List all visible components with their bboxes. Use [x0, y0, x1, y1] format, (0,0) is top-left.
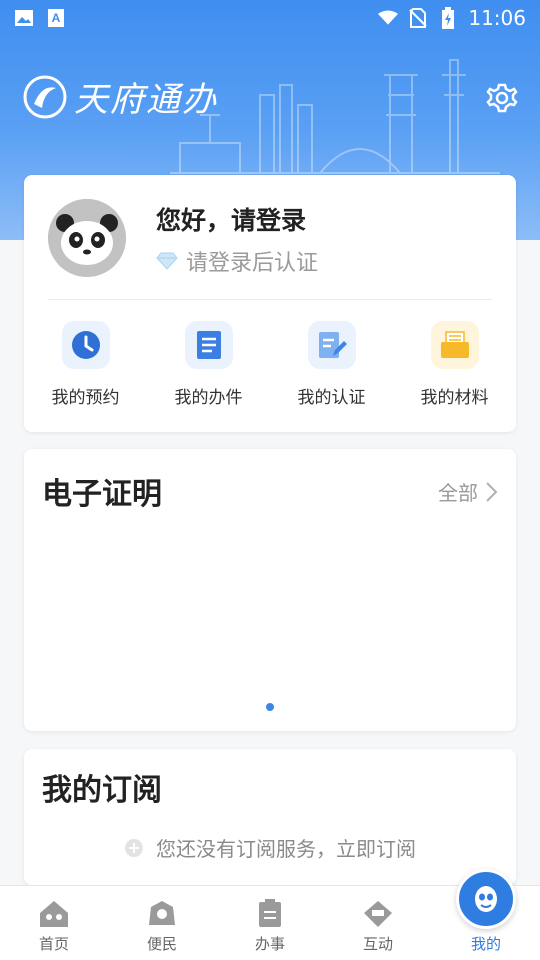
svg-text:A: A — [52, 11, 61, 25]
tab-label: 我的 — [470, 935, 501, 953]
carousel-indicator — [266, 703, 274, 711]
login-greeting[interactable]: 您好，请登录 — [156, 201, 306, 237]
logo-swirl-icon — [23, 75, 67, 118]
shortcut-my-cases[interactable]: 我的办件 — [147, 321, 270, 408]
settings-button[interactable] — [484, 80, 520, 116]
app-logo: 天府通办 — [22, 72, 218, 121]
profile-mask-icon — [475, 886, 497, 912]
image-icon — [14, 8, 34, 28]
status-time: 11:06 — [468, 6, 526, 30]
gear-icon — [486, 83, 518, 113]
subscribe-prompt-text: 您还没有订阅服务，立即订阅 — [156, 837, 416, 861]
tab-home[interactable]: 首页 — [0, 886, 108, 960]
certify-hint-text: 请登录后认证 — [186, 251, 319, 276]
diamond-icon — [156, 252, 178, 270]
battery-charging-icon — [438, 7, 458, 29]
panda-avatar-icon — [48, 199, 126, 277]
certify-hint[interactable]: 请登录后认证 — [156, 245, 318, 277]
see-all-link[interactable]: 全部 — [438, 477, 498, 506]
tab-interaction[interactable]: 互动 — [324, 886, 432, 960]
tab-profile-active-indicator[interactable] — [456, 869, 516, 929]
shortcut-label: 我的预约 — [51, 388, 120, 408]
city-skyline-illustration — [170, 59, 500, 174]
chevron-right-icon — [486, 481, 498, 502]
tab-label: 互动 — [362, 935, 393, 953]
folder-icon — [430, 321, 479, 369]
certify-edit-icon — [307, 321, 356, 369]
plus-circle-icon — [125, 838, 143, 857]
electronic-certificates-card: 电子证明 全部 — [24, 449, 516, 731]
shortcut-label: 我的认证 — [297, 388, 366, 408]
tab-affairs[interactable]: 办事 — [216, 886, 324, 960]
ecert-title: 电子证明 — [42, 477, 162, 512]
shortcut-label: 我的材料 — [420, 388, 489, 408]
avatar[interactable] — [48, 199, 126, 277]
affairs-icon — [259, 899, 281, 927]
profile-card: 您好，请登录 请登录后认证 我的预约 我的办件 我的认证 我的材料 — [24, 175, 516, 432]
tab-convenience[interactable]: 便民 — [108, 886, 216, 960]
convenience-icon — [149, 901, 175, 925]
tab-label: 便民 — [146, 935, 177, 953]
shortcut-my-appointments[interactable]: 我的预约 — [24, 321, 147, 408]
logo-text: 天府通办 — [74, 80, 218, 120]
see-all-label: 全部 — [438, 481, 478, 505]
no-sim-icon — [408, 8, 428, 28]
profile-shortcuts: 我的预约 我的办件 我的认证 我的材料 — [24, 321, 516, 408]
subscription-card: 我的订阅 您还没有订阅服务，立即订阅 — [24, 749, 516, 885]
tab-label: 首页 — [38, 935, 69, 953]
divider — [48, 299, 492, 300]
wifi-icon — [378, 8, 399, 28]
shortcut-my-certification[interactable]: 我的认证 — [270, 321, 393, 408]
shortcut-my-materials[interactable]: 我的材料 — [393, 321, 516, 408]
home-panda-icon — [40, 901, 68, 927]
tab-label: 办事 — [254, 935, 285, 953]
status-bar: A 11:06 — [0, 0, 540, 36]
clock-icon — [61, 321, 110, 369]
document-icon — [184, 321, 233, 369]
text-a-icon: A — [46, 8, 66, 28]
interaction-icon — [364, 901, 392, 927]
subscription-title: 我的订阅 — [42, 773, 162, 808]
subscribe-prompt[interactable]: 您还没有订阅服务，立即订阅 — [24, 833, 516, 862]
shortcut-label: 我的办件 — [174, 388, 243, 408]
